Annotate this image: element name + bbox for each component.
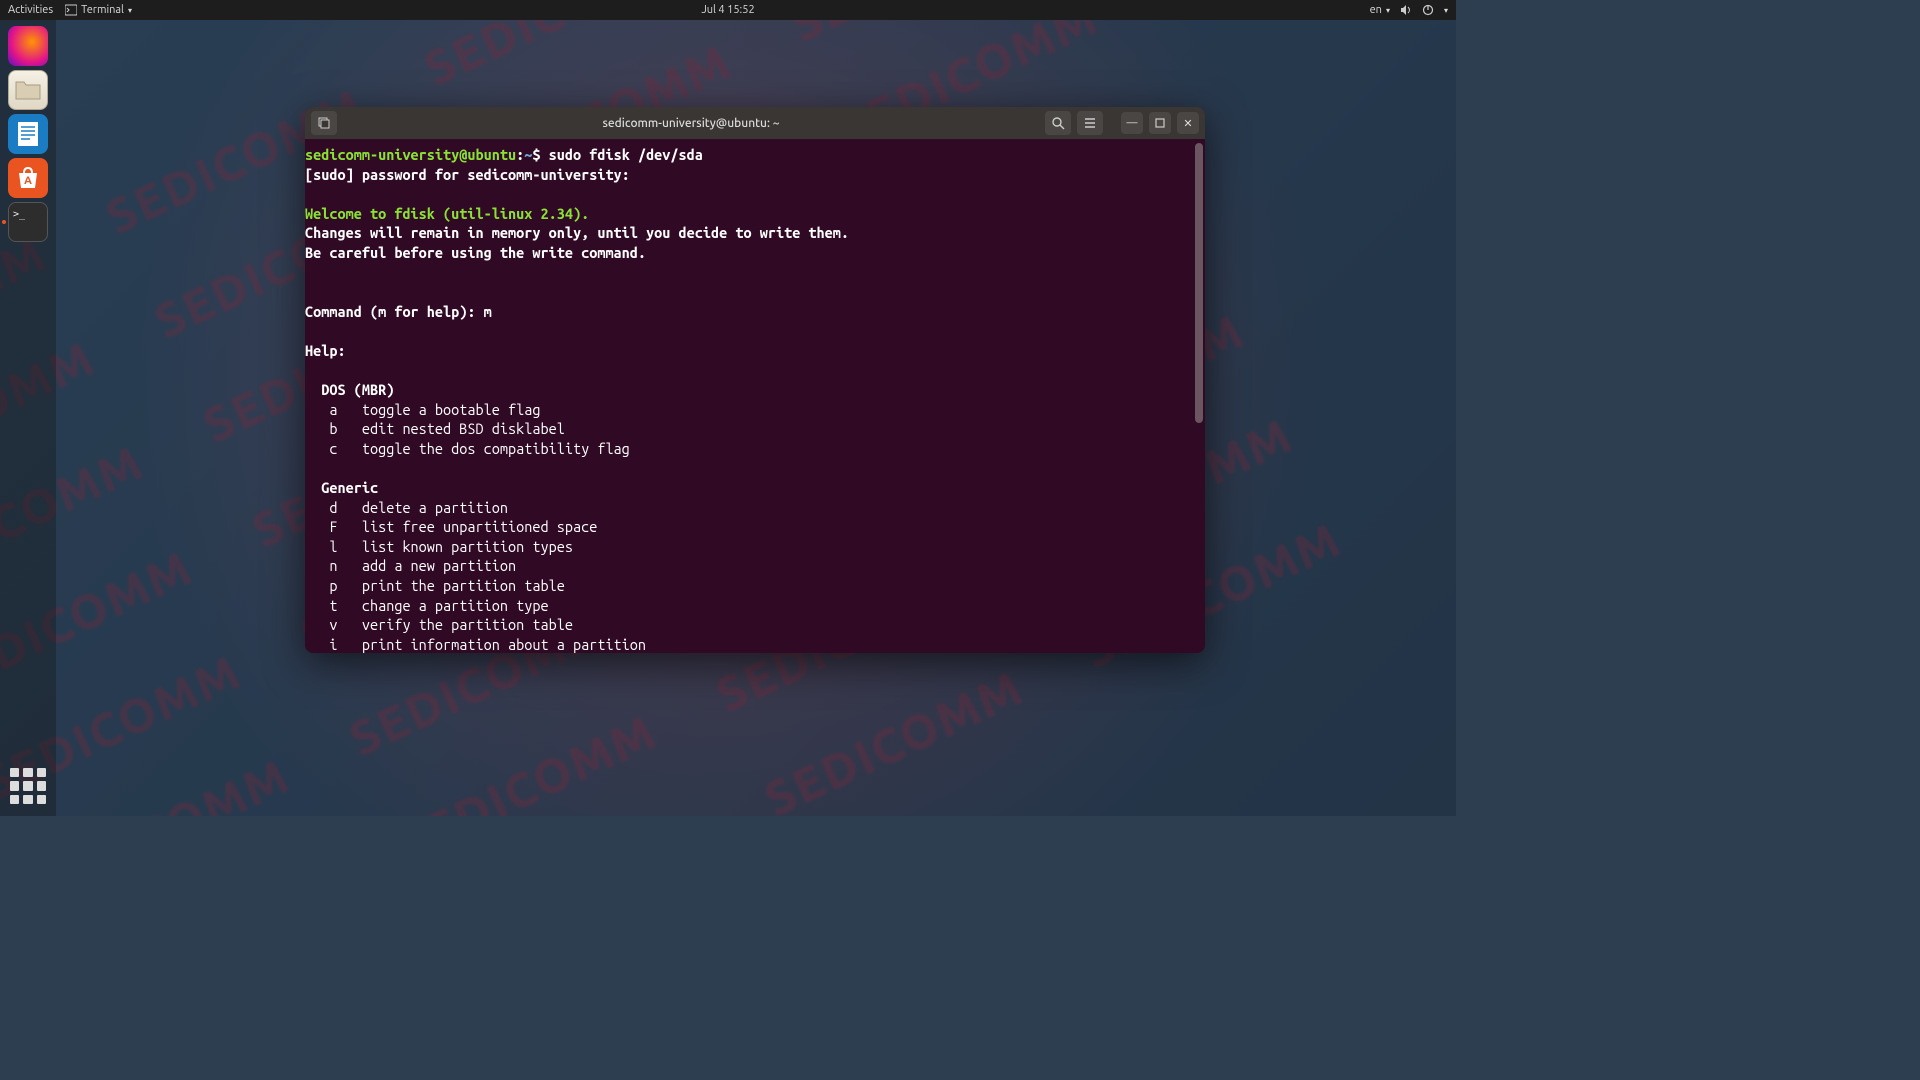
terminal-body[interactable]: sedicomm-university@ubuntu:~$ sudo fdisk…: [305, 139, 1205, 653]
help-line: p print the partition table: [305, 577, 565, 594]
help-line: t change a partition type: [305, 597, 549, 614]
new-tab-button[interactable]: [311, 111, 337, 135]
clock[interactable]: Jul 4 15:52: [701, 4, 754, 16]
chevron-down-icon[interactable]: ▾: [1444, 6, 1448, 15]
volume-icon[interactable]: [1400, 4, 1412, 16]
help-line: v verify the partition table: [305, 616, 573, 633]
hamburger-icon: [1083, 116, 1097, 130]
help-line: n add a new partition: [305, 557, 516, 574]
help-line: a toggle a bootable flag: [305, 401, 540, 418]
titlebar[interactable]: sedicomm-university@ubuntu: ~ — ✕: [305, 107, 1205, 139]
help-header: Help:: [305, 342, 346, 359]
dock: A >_: [0, 20, 56, 816]
close-button[interactable]: ✕: [1177, 112, 1199, 134]
command-text: sudo fdisk /dev/sda: [549, 146, 703, 163]
dock-files[interactable]: [8, 70, 48, 110]
terminal-output: sedicomm-university@ubuntu:~$ sudo fdisk…: [305, 145, 1205, 653]
power-icon[interactable]: [1422, 4, 1434, 16]
shopping-bag-icon: A: [15, 166, 41, 190]
menu-button[interactable]: [1077, 111, 1103, 135]
warn-2: Be careful before using the write comman…: [305, 244, 646, 261]
dock-firefox[interactable]: [8, 26, 48, 66]
help-line: F list free unpartitioned space: [305, 518, 597, 535]
maximize-icon: [1155, 118, 1165, 128]
search-button[interactable]: [1045, 111, 1071, 135]
maximize-button[interactable]: [1149, 112, 1171, 134]
command-prompt: Command (m for help): m: [305, 303, 492, 320]
dock-writer[interactable]: [8, 114, 48, 154]
welcome-line: Welcome to fdisk (util-linux 2.34).: [305, 205, 589, 222]
help-line: c toggle the dos compatibility flag: [305, 440, 630, 457]
help-line: b edit nested BSD disklabel: [305, 420, 565, 437]
terminal-window: sedicomm-university@ubuntu: ~ — ✕ sedico…: [305, 107, 1205, 653]
warn-1: Changes will remain in memory only, unti…: [305, 224, 849, 241]
dock-terminal[interactable]: >_: [8, 202, 48, 242]
input-source[interactable]: en ▾: [1370, 4, 1390, 16]
search-icon: [1051, 116, 1065, 130]
show-applications[interactable]: [10, 768, 46, 804]
top-bar: Activities Terminal ▾ Jul 4 15:52 en ▾ ▾: [0, 0, 1456, 20]
help-line: l list known partition types: [305, 538, 573, 555]
new-tab-icon: [317, 116, 331, 130]
activities-button[interactable]: Activities: [8, 4, 53, 16]
app-menu[interactable]: Terminal ▾: [65, 4, 132, 16]
prompt-user: sedicomm-university@ubuntu: [305, 146, 516, 163]
folder-icon: [15, 79, 41, 101]
help-line: d delete a partition: [305, 499, 508, 516]
scrollbar[interactable]: [1195, 143, 1203, 423]
terminal-app-icon: [65, 4, 77, 16]
dock-software[interactable]: A: [8, 158, 48, 198]
section-dos: DOS (MBR): [305, 381, 394, 398]
section-generic: Generic: [305, 479, 378, 496]
sudo-line: [sudo] password for sedicomm-university:: [305, 166, 630, 183]
help-line: i print information about a partition: [305, 636, 646, 653]
chevron-down-icon: ▾: [1386, 6, 1390, 15]
app-menu-label: Terminal: [81, 4, 124, 16]
lang-label: en: [1370, 4, 1382, 16]
prompt-dollar: $: [532, 146, 548, 163]
minimize-button[interactable]: —: [1121, 112, 1143, 134]
svg-text:A: A: [24, 175, 32, 187]
document-icon: [16, 120, 40, 148]
chevron-down-icon: ▾: [128, 6, 132, 15]
window-title: sedicomm-university@ubuntu: ~: [343, 117, 1039, 130]
